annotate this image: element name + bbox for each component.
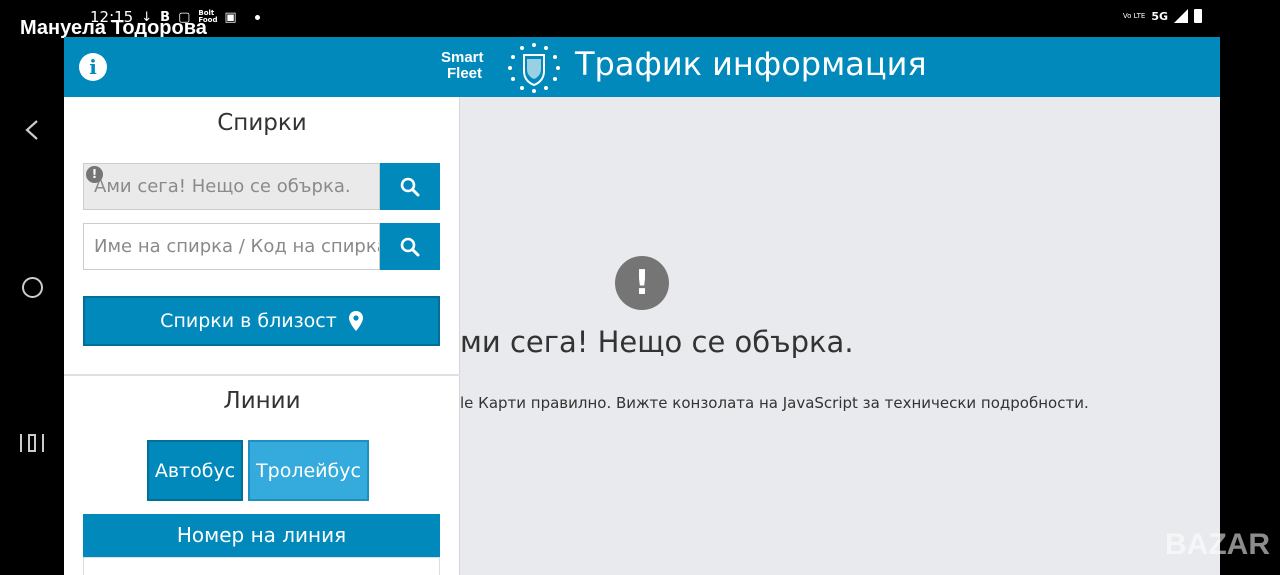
- info-icon[interactable]: i: [79, 53, 107, 81]
- stop-search-input[interactable]: Име на спирка / Код на спирка: [83, 223, 380, 270]
- stop-search-button-2[interactable]: [380, 223, 440, 270]
- network-type: 5G: [1151, 9, 1168, 23]
- signal-icon: [1174, 9, 1188, 23]
- emag-icon: ▣: [224, 9, 237, 25]
- left-panel: Спирки ! Ами сега! Нещо се обърка. Име н…: [64, 97, 460, 575]
- status-bar-right: Vo LTE 5G: [1123, 9, 1202, 23]
- lines-heading: Линии: [223, 388, 301, 414]
- line-number-list[interactable]: [83, 557, 440, 575]
- stop-search-error-row: ! Ами сега! Нещо се обърка.: [83, 163, 440, 210]
- volte-icon: Vo LTE: [1122, 11, 1146, 20]
- brand-line-2: Fleet: [447, 65, 483, 82]
- map-error-title: ми сега! Нещо се обърка.: [460, 325, 854, 359]
- page-title: Трафик информация: [575, 45, 927, 83]
- stop-search-row: Име на спирка / Код на спирка: [83, 223, 440, 270]
- stop-error-field[interactable]: ! Ами сега! Нещо се обърка.: [83, 163, 380, 210]
- nearby-stops-label: Спирки в близост: [160, 310, 337, 332]
- back-nav-icon[interactable]: [22, 118, 42, 142]
- sofia-emblem-icon: [508, 43, 560, 93]
- section-divider: [64, 374, 460, 376]
- dot-icon: [254, 14, 260, 20]
- search-icon: [400, 177, 420, 196]
- app-header: i Smart Fleet Трафик информация: [64, 37, 1220, 97]
- brand-line-1: Smart: [441, 49, 484, 66]
- bus-button[interactable]: Автобус: [147, 440, 243, 501]
- smart-fleet-logo: Smart Fleet: [441, 50, 484, 82]
- app-window: i Smart Fleet Трафик информация Спирки !…: [64, 37, 1220, 575]
- stops-heading: Спирки: [217, 110, 307, 136]
- home-nav-icon[interactable]: [22, 277, 43, 298]
- screen: 12:15 ↓ B ▢ Bolt Food ▣ Мануела Тодорова…: [0, 0, 1280, 575]
- battery-icon: [1194, 9, 1202, 23]
- bazar-watermark: BAZAR: [1165, 528, 1270, 561]
- recent-apps-nav-icon[interactable]: [20, 432, 44, 454]
- stop-search-button-1[interactable]: [380, 163, 440, 210]
- stop-search-placeholder: Име на спирка / Код на спирка: [94, 236, 380, 257]
- search-icon: [400, 237, 420, 256]
- nearby-stops-button[interactable]: Спирки в близост: [83, 296, 440, 346]
- location-pin-icon: [348, 311, 363, 331]
- map-error-icon: !: [615, 256, 669, 310]
- trolleybus-button[interactable]: Тролейбус: [248, 440, 369, 501]
- error-icon: !: [86, 166, 103, 183]
- map-error-description: le Карти правилно. Вижте конзолата на Ja…: [460, 394, 1089, 412]
- line-number-header: Номер на линия: [83, 514, 440, 557]
- stop-error-text: Ами сега! Нещо се обърка.: [94, 176, 351, 197]
